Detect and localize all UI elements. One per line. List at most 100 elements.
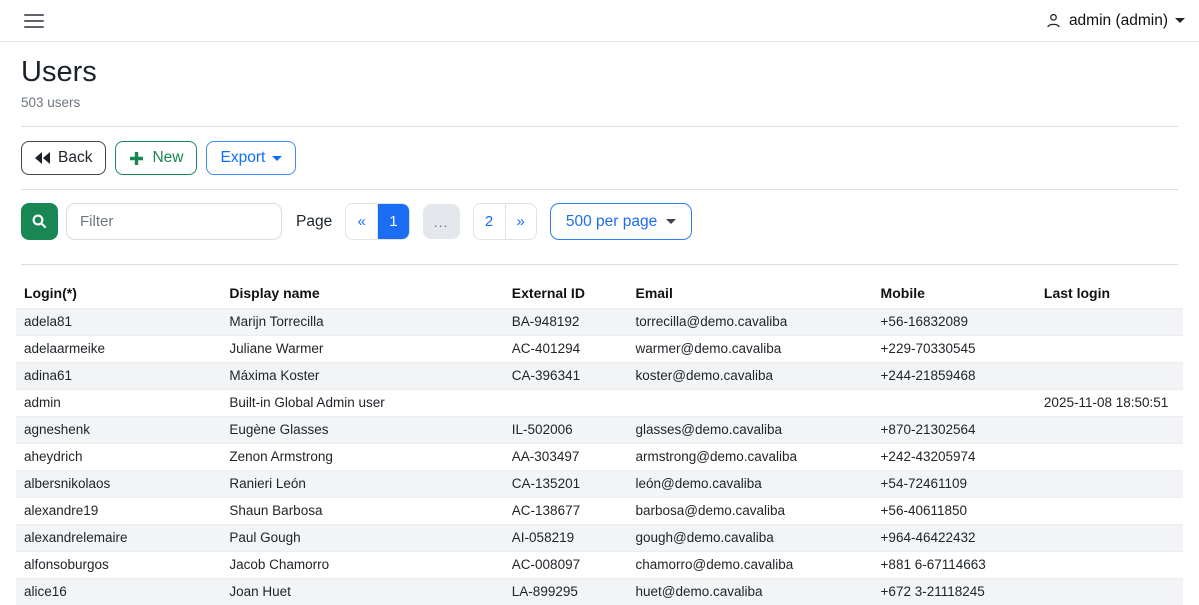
cell-email: barbosa@demo.cavaliba [627, 498, 872, 525]
users-table: Login(*) Display name External ID Email … [16, 280, 1183, 605]
table-row[interactable]: alexandrelemaire Paul Gough AI-058219 go… [16, 525, 1183, 552]
top-bar: admin (admin) [0, 0, 1199, 42]
cell-mobile: +242-43205974 [873, 444, 1036, 471]
table-row[interactable]: alfonsoburgos Jacob Chamorro AC-008097 c… [16, 552, 1183, 579]
cell-email: glasses@demo.cavaliba [627, 417, 872, 444]
cell-last-login [1036, 363, 1183, 390]
cell-mobile: +870-21302564 [873, 417, 1036, 444]
cell-external-id: CA-396341 [504, 363, 628, 390]
cell-mobile [873, 390, 1036, 417]
cell-email: león@demo.cavaliba [627, 471, 872, 498]
cell-mobile: +672 3-21118245 [873, 579, 1036, 605]
caret-down-icon [666, 219, 676, 224]
cell-login: adela81 [16, 309, 221, 336]
cell-login: adina61 [16, 363, 221, 390]
table-row[interactable]: admin Built-in Global Admin user 2025-11… [16, 390, 1183, 417]
cell-external-id: AC-401294 [504, 336, 628, 363]
cell-last-login [1036, 471, 1183, 498]
cell-email: torrecilla@demo.cavaliba [627, 309, 872, 336]
main-content: Users 503 users Back New Export [0, 52, 1199, 605]
cell-display-name: Paul Gough [221, 525, 503, 552]
cell-last-login [1036, 309, 1183, 336]
cell-last-login [1036, 417, 1183, 444]
cell-email: armstrong@demo.cavaliba [627, 444, 872, 471]
cell-last-login [1036, 444, 1183, 471]
cell-external-id: AA-303497 [504, 444, 628, 471]
filter-input[interactable] [66, 203, 282, 240]
cell-login: albersnikolaos [16, 471, 221, 498]
cell-email: huet@demo.cavaliba [627, 579, 872, 605]
pagination-prev[interactable]: « [346, 204, 377, 239]
header-mobile[interactable]: Mobile [873, 280, 1036, 309]
cell-display-name: Zenon Armstrong [221, 444, 503, 471]
cell-external-id: BA-948192 [504, 309, 628, 336]
table-row[interactable]: aheydrich Zenon Armstrong AA-303497 arms… [16, 444, 1183, 471]
back-button[interactable]: Back [21, 141, 106, 175]
table-header-row: Login(*) Display name External ID Email … [16, 280, 1183, 309]
cell-login: alice16 [16, 579, 221, 605]
cell-external-id: AI-058219 [504, 525, 628, 552]
cell-email: chamorro@demo.cavaliba [627, 552, 872, 579]
back-label: Back [58, 149, 92, 167]
pagination-page-2[interactable]: 2 [474, 204, 505, 239]
cell-display-name: Máxima Koster [221, 363, 503, 390]
caret-down-icon [1175, 18, 1185, 23]
divider [21, 264, 1178, 265]
cell-last-login [1036, 552, 1183, 579]
table-row[interactable]: adela81 Marijn Torrecilla BA-948192 torr… [16, 309, 1183, 336]
cell-external-id: LA-899295 [504, 579, 628, 605]
table-row[interactable]: adina61 Máxima Koster CA-396341 koster@d… [16, 363, 1183, 390]
user-dropdown[interactable]: admin (admin) [1045, 12, 1185, 30]
divider [21, 126, 1178, 127]
cell-last-login [1036, 579, 1183, 605]
header-display-name[interactable]: Display name [221, 280, 503, 309]
cell-display-name: Marijn Torrecilla [221, 309, 503, 336]
cell-login: aheydrich [16, 444, 221, 471]
table-row[interactable]: alice16 Joan Huet LA-899295 huet@demo.ca… [16, 579, 1183, 605]
cell-email: koster@demo.cavaliba [627, 363, 872, 390]
cell-email: warmer@demo.cavaliba [627, 336, 872, 363]
new-button[interactable]: New [115, 141, 197, 175]
header-last-login[interactable]: Last login [1036, 280, 1183, 309]
cell-display-name: Shaun Barbosa [221, 498, 503, 525]
export-button[interactable]: Export [206, 141, 296, 175]
cell-external-id: AC-138677 [504, 498, 628, 525]
table-row[interactable]: agneshenk Eugène Glasses IL-502006 glass… [16, 417, 1183, 444]
plus-icon [129, 151, 144, 166]
users-table-wrapper: Login(*) Display name External ID Email … [16, 280, 1183, 605]
cell-external-id [504, 390, 628, 417]
table-row[interactable]: alexandre19 Shaun Barbosa AC-138677 barb… [16, 498, 1183, 525]
caret-down-icon [272, 156, 282, 161]
per-page-dropdown[interactable]: 500 per page [550, 203, 692, 240]
divider [21, 189, 1178, 190]
header-login[interactable]: Login(*) [16, 280, 221, 309]
person-outline-icon [1045, 12, 1062, 29]
hamburger-menu-icon[interactable] [24, 14, 44, 28]
cell-external-id: AC-008097 [504, 552, 628, 579]
table-row[interactable]: albersnikolaos Ranieri León CA-135201 le… [16, 471, 1183, 498]
header-email[interactable]: Email [627, 280, 872, 309]
pagination-next[interactable]: » [505, 204, 536, 239]
pagination-group-last: 2 » [473, 203, 537, 240]
user-label: admin (admin) [1069, 12, 1168, 30]
rewind-icon [35, 152, 50, 164]
table-row[interactable]: adelaarmeike Juliane Warmer AC-401294 wa… [16, 336, 1183, 363]
table-body: adela81 Marijn Torrecilla BA-948192 torr… [16, 309, 1183, 605]
cell-last-login [1036, 336, 1183, 363]
cell-email [627, 390, 872, 417]
search-button[interactable] [21, 203, 58, 240]
pagination-page-1[interactable]: 1 [377, 204, 408, 239]
filter-row: Page « 1 ... 2 » 500 per page [21, 203, 1178, 240]
cell-last-login [1036, 525, 1183, 552]
cell-last-login: 2025-11-08 18:50:51 [1036, 390, 1183, 417]
pagination-group-first: « 1 [345, 203, 409, 240]
cell-mobile: +229-70330545 [873, 336, 1036, 363]
toolbar: Back New Export [21, 141, 1178, 175]
cell-last-login [1036, 498, 1183, 525]
cell-login: alexandre19 [16, 498, 221, 525]
header-external-id[interactable]: External ID [504, 280, 628, 309]
page-label: Page [296, 213, 332, 231]
cell-mobile: +964-46422432 [873, 525, 1036, 552]
magnifier-icon [31, 213, 48, 230]
user-count: 503 users [21, 95, 1178, 110]
